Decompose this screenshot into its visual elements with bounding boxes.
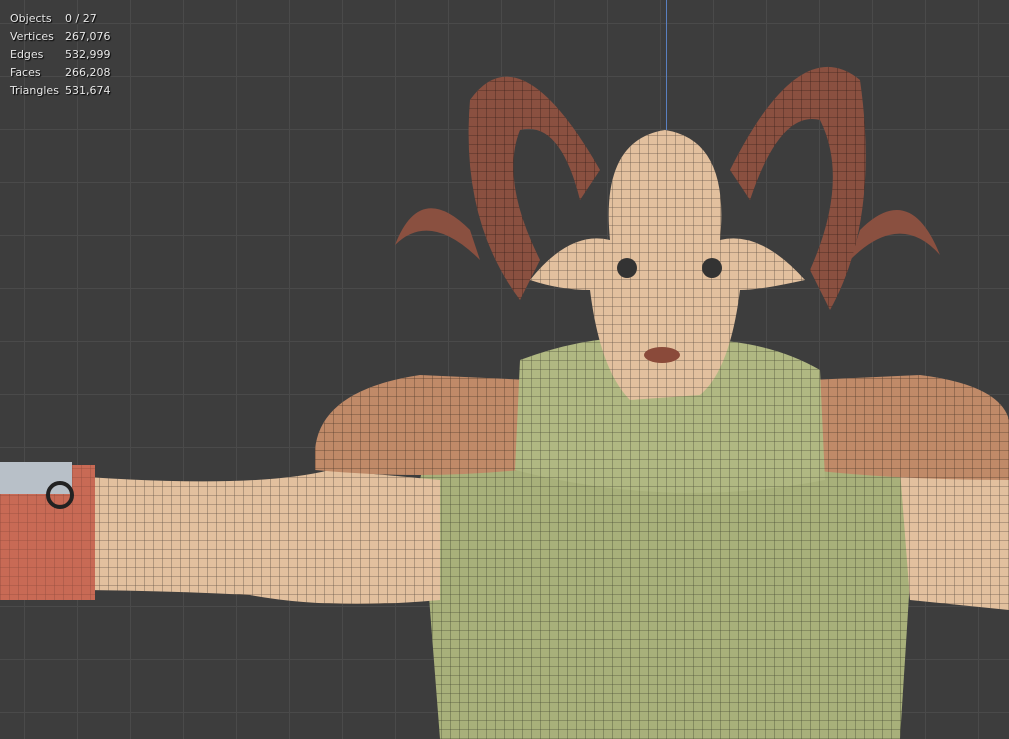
scene-statistics-overlay: Objects 0 / 27 Vertices 267,076 Edges 532,9… bbox=[10, 10, 111, 100]
stat-objects: Objects 0 / 27 bbox=[10, 10, 111, 28]
stat-label: Triangles bbox=[10, 84, 59, 97]
stat-faces: Faces 266,208 bbox=[10, 64, 111, 82]
character-mesh[interactable] bbox=[0, 0, 1009, 739]
3d-viewport[interactable]: Objects 0 / 27 Vertices 267,076 Edges 532,9… bbox=[0, 0, 1009, 739]
stat-value: 266,208 bbox=[65, 66, 111, 79]
right-eye bbox=[702, 258, 722, 278]
stat-vertices: Vertices 267,076 bbox=[10, 28, 111, 46]
stat-label: Faces bbox=[10, 66, 41, 79]
left-eye bbox=[617, 258, 637, 278]
stat-edges: Edges 532,999 bbox=[10, 46, 111, 64]
bracer bbox=[0, 462, 95, 600]
mouth bbox=[644, 347, 680, 363]
stat-value: 532,999 bbox=[65, 48, 111, 61]
arm-left bbox=[60, 470, 440, 604]
stat-value: 531,674 bbox=[65, 84, 111, 97]
stat-value: 267,076 bbox=[65, 30, 111, 43]
stat-label: Edges bbox=[10, 48, 44, 61]
stat-label: Vertices bbox=[10, 30, 54, 43]
stat-value: 0 / 27 bbox=[65, 12, 97, 25]
stat-triangles: Triangles 531,674 bbox=[10, 82, 111, 100]
arm-right bbox=[900, 470, 1009, 610]
stat-label: Objects bbox=[10, 12, 52, 25]
